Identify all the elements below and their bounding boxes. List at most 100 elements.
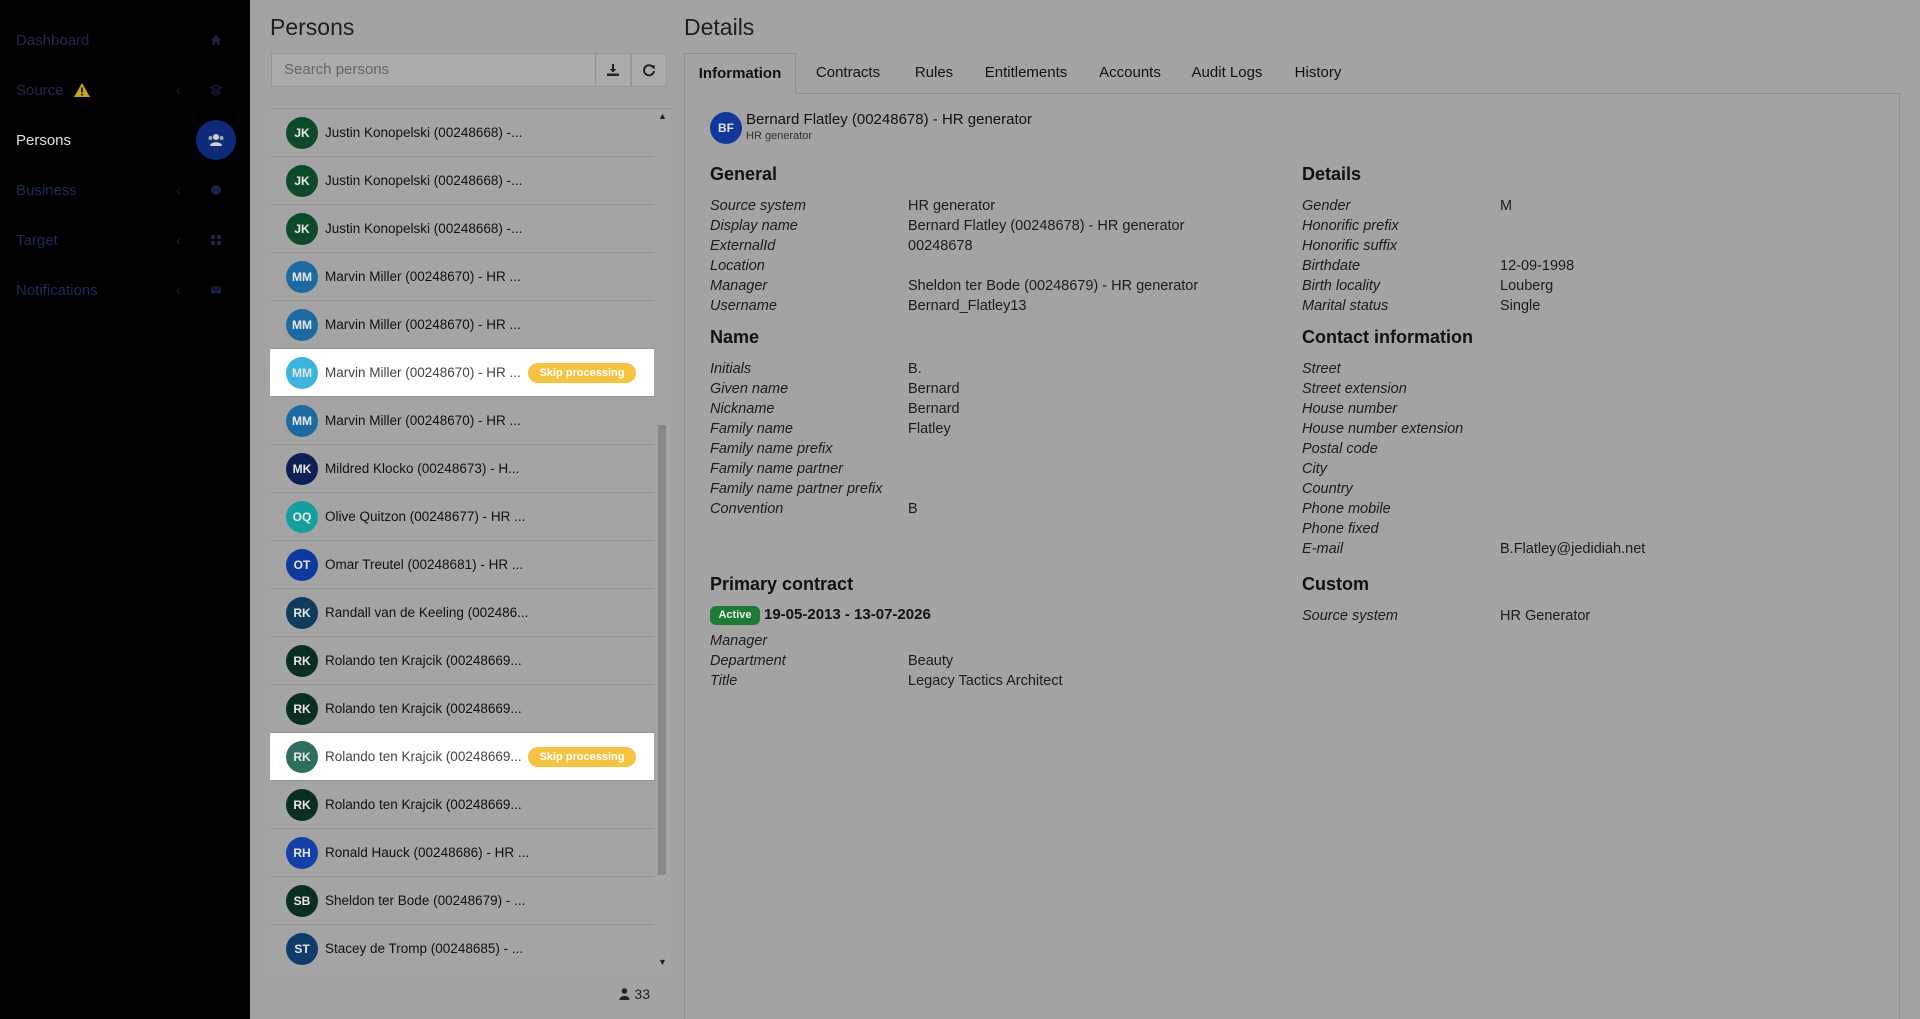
section-title-details: Details bbox=[1302, 164, 1362, 184]
section-title-primary-contract: Primary contract bbox=[710, 574, 854, 594]
nav-item-business[interactable]: Business ‹ bbox=[0, 168, 250, 212]
person-list-item[interactable]: MM Marvin Miller (00248670) - HR ... bbox=[270, 301, 654, 349]
field-label: Convention bbox=[710, 501, 784, 517]
list-footer: 33 bbox=[270, 970, 670, 1019]
nav-item-persons[interactable]: Persons bbox=[0, 118, 250, 162]
envelope-icon bbox=[207, 281, 225, 299]
person-list-item[interactable]: RK Randall van de Keeling (002486... bbox=[270, 589, 654, 637]
avatar: MK bbox=[286, 453, 318, 485]
nav-label: Business bbox=[16, 181, 77, 199]
person-list-item[interactable]: RK Rolando ten Krajcik (00248669... bbox=[270, 637, 654, 685]
persons-list: ▲ ▼ JK Justin Konopelski (00248668) -... J… bbox=[270, 108, 670, 970]
person-name: Olive Quitzon (00248677) - HR ... bbox=[325, 509, 526, 524]
scrollbar[interactable]: ▲ ▼ bbox=[654, 109, 670, 970]
field-label: Honorific prefix bbox=[1302, 218, 1399, 234]
chevron-left-icon: ‹ bbox=[176, 82, 181, 98]
tab-rules[interactable]: Rules bbox=[900, 53, 968, 94]
download-icon bbox=[607, 64, 619, 76]
section-title-general: General bbox=[710, 164, 778, 184]
status-badge: Active bbox=[710, 606, 760, 625]
person-list-item[interactable]: MM Marvin Miller (00248670) - HR ... bbox=[270, 253, 654, 301]
avatar: JK bbox=[286, 213, 318, 245]
person-list-item[interactable]: RK Rolando ten Krajcik (00248669... Skip p… bbox=[270, 733, 654, 781]
field-value: B bbox=[908, 501, 918, 517]
persons-title: Persons bbox=[270, 14, 355, 40]
person-list-item[interactable]: OT Omar Treutel (00248681) - HR ... bbox=[270, 541, 654, 589]
field-label: Honorific suffix bbox=[1302, 238, 1398, 254]
tab-audit-logs[interactable]: Audit Logs bbox=[1176, 53, 1278, 94]
field-value: Bernard Flatley (00248678) - HR generato… bbox=[908, 218, 1185, 234]
search-input[interactable]: Search persons bbox=[271, 53, 596, 87]
field-value: Legacy Tactics Architect bbox=[908, 673, 1063, 689]
field-label: Marital status bbox=[1302, 298, 1389, 314]
persons-count: 33 bbox=[619, 986, 650, 1002]
person-list-item[interactable]: RK Rolando ten Krajcik (00248669... bbox=[270, 781, 654, 829]
nav-item-dashboard[interactable]: Dashboard bbox=[0, 18, 250, 62]
avatar: ST bbox=[286, 933, 318, 965]
nav-item-notifications[interactable]: Notifications ‹ bbox=[0, 268, 250, 312]
details-title: Details bbox=[684, 14, 755, 40]
chevron-left-icon: ‹ bbox=[176, 182, 181, 198]
tab-contracts[interactable]: Contracts bbox=[796, 53, 900, 94]
field-value: Bernard bbox=[908, 401, 960, 417]
field-label: Street extension bbox=[1302, 381, 1407, 397]
user-icon bbox=[619, 988, 630, 1000]
chevron-left-icon: ‹ bbox=[176, 232, 181, 248]
avatar: MM bbox=[286, 309, 318, 341]
field-value: 12-09-1998 bbox=[1500, 258, 1575, 274]
avatar: RH bbox=[286, 837, 318, 869]
scroll-up-icon[interactable]: ▲ bbox=[658, 111, 667, 121]
person-list-item[interactable]: ST Stacey de Tromp (00248685) - ... bbox=[270, 925, 654, 970]
person-name: Rolando ten Krajcik (00248669... bbox=[325, 701, 522, 716]
avatar: BF bbox=[710, 112, 742, 144]
field-label: Country bbox=[1302, 481, 1353, 497]
person-name: Sheldon ter Bode (00248679) - ... bbox=[325, 893, 526, 908]
field-value: HR Generator bbox=[1500, 608, 1591, 624]
nav-item-target[interactable]: Target ‹ bbox=[0, 218, 250, 262]
field-label: Street bbox=[1302, 361, 1341, 377]
person-list-item[interactable]: RH Ronald Hauck (00248686) - HR ... bbox=[270, 829, 654, 877]
person-list-item[interactable]: OQ Olive Quitzon (00248677) - HR ... bbox=[270, 493, 654, 541]
field-value: Bernard bbox=[908, 381, 960, 397]
nav-item-source[interactable]: Source ‹ bbox=[0, 68, 250, 112]
details-tabs: Information Contracts Rules Entitlements… bbox=[684, 53, 1900, 94]
home-icon bbox=[207, 31, 225, 49]
skip-processing-badge: Skip processing bbox=[528, 747, 636, 767]
avatar: OQ bbox=[286, 501, 318, 533]
field-label: Phone mobile bbox=[1302, 501, 1391, 517]
person-list-item[interactable]: MK Mildred Klocko (00248673) - H... bbox=[270, 445, 654, 493]
person-list-item[interactable]: MM Marvin Miller (00248670) - HR ... Skip … bbox=[270, 349, 654, 397]
field-label: House number extension bbox=[1302, 421, 1464, 437]
field-value: Bernard_Flatley13 bbox=[908, 298, 1027, 314]
tab-information[interactable]: Information bbox=[684, 53, 796, 94]
count-value: 33 bbox=[634, 986, 650, 1002]
field-label: Family name prefix bbox=[710, 441, 833, 457]
main-area: Persons Search persons ▲ ▼ JK Justin Kono… bbox=[250, 0, 1920, 1019]
field-label: Source system bbox=[710, 198, 806, 214]
person-list-item[interactable]: JK Justin Konopelski (00248668) -... bbox=[270, 157, 654, 205]
field-label: Manager bbox=[710, 633, 768, 649]
field-value: M bbox=[1500, 198, 1513, 214]
tab-accounts[interactable]: Accounts bbox=[1084, 53, 1176, 94]
scroll-thumb[interactable] bbox=[658, 425, 666, 875]
person-name: Rolando ten Krajcik (00248669... bbox=[325, 653, 522, 668]
field-label: Phone fixed bbox=[1302, 521, 1379, 537]
download-button[interactable] bbox=[595, 53, 631, 87]
contract-date-range: 19-05-2013 - 13-07-2026 bbox=[764, 606, 931, 623]
person-list-item[interactable]: MM Marvin Miller (00248670) - HR ... bbox=[270, 397, 654, 445]
field-value: Flatley bbox=[908, 421, 951, 437]
field-label: Manager bbox=[710, 278, 768, 294]
scroll-down-icon[interactable]: ▼ bbox=[658, 957, 667, 967]
person-list-item[interactable]: RK Rolando ten Krajcik (00248669... bbox=[270, 685, 654, 733]
person-name: Rolando ten Krajcik (00248669... bbox=[325, 797, 522, 812]
refresh-button[interactable] bbox=[631, 53, 667, 87]
person-list-item[interactable]: JK Justin Konopelski (00248668) -... bbox=[270, 109, 654, 157]
person-name: Stacey de Tromp (00248685) - ... bbox=[325, 941, 524, 956]
tab-entitlements[interactable]: Entitlements bbox=[968, 53, 1084, 94]
person-list-item[interactable]: SB Sheldon ter Bode (00248679) - ... bbox=[270, 877, 654, 925]
person-name: Marvin Miller (00248670) - HR ... bbox=[325, 269, 521, 284]
avatar: RK bbox=[286, 645, 318, 677]
field-label: ExternalId bbox=[710, 238, 776, 254]
tab-history[interactable]: History bbox=[1278, 53, 1358, 94]
person-list-item[interactable]: JK Justin Konopelski (00248668) -... bbox=[270, 205, 654, 253]
